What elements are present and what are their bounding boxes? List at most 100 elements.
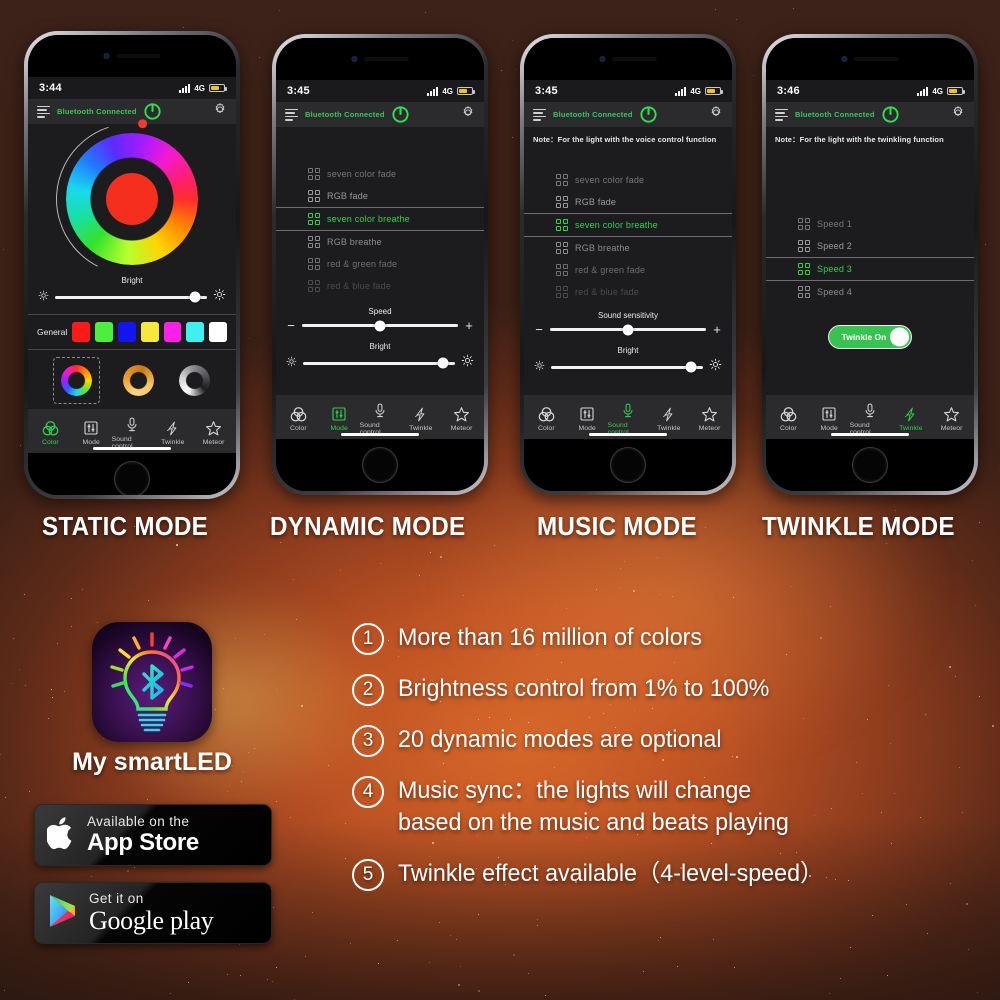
list-item[interactable]: red & blue fade	[524, 281, 732, 303]
tab-twinkle[interactable]: Twinkle	[152, 419, 193, 446]
power-icon[interactable]	[144, 103, 161, 120]
minus-icon[interactable]: −	[286, 319, 296, 332]
color-swatch[interactable]	[72, 322, 91, 342]
phone-bottom-bezel	[28, 453, 236, 495]
tab-meteor[interactable]: Meteor	[193, 419, 234, 446]
list-item[interactable]: Speed 4	[766, 281, 974, 303]
slider-track[interactable]	[55, 291, 207, 303]
tab-sound-control[interactable]: Sound control	[850, 402, 891, 436]
toggle-knob[interactable]	[890, 327, 909, 347]
color-wheel-control[interactable]	[28, 124, 236, 274]
list-item[interactable]: red & green fade	[276, 253, 484, 275]
gear-icon[interactable]	[213, 102, 227, 121]
sliders-icon	[83, 419, 99, 437]
list-item[interactable]: Speed 2	[766, 235, 974, 257]
plus-icon[interactable]: +	[712, 323, 722, 336]
amber-ring-preset[interactable]	[123, 365, 155, 396]
slider-track[interactable]	[303, 357, 455, 369]
tab-twinkle[interactable]: Twinkle	[890, 405, 931, 432]
phone-mockup-2: 3:45 4G Bluetooth Connected seven color …	[272, 34, 488, 495]
lower-section: My smartLED Available on the App Store G…	[0, 560, 1000, 1000]
preset-selected-frame[interactable]	[53, 357, 101, 404]
color-swatch[interactable]	[95, 322, 113, 342]
tab-label: Color	[290, 425, 307, 432]
menu-icon[interactable]	[37, 105, 50, 118]
color-swatch[interactable]	[209, 322, 228, 342]
list-item[interactable]: red & green fade	[524, 259, 732, 281]
list-item[interactable]: seven color breathe	[524, 214, 732, 236]
tab-meteor[interactable]: Meteor	[441, 405, 482, 432]
slider-track[interactable]	[550, 324, 706, 335]
list-item[interactable]: Speed 1	[766, 213, 974, 235]
grid-squares-icon	[308, 258, 320, 270]
menu-icon[interactable]	[775, 108, 788, 121]
gear-icon[interactable]	[461, 105, 475, 124]
home-button[interactable]	[610, 447, 646, 483]
phone-top-bezel	[766, 38, 974, 80]
home-indicator	[589, 433, 667, 436]
tab-sound-control[interactable]: Sound control	[360, 402, 401, 436]
brightness-low-icon	[286, 354, 297, 372]
list-item[interactable]: red & blue fade	[276, 275, 484, 297]
slider-track[interactable]	[551, 361, 703, 373]
slider-block: Bright	[524, 344, 732, 376]
tab-mode[interactable]: Mode	[319, 405, 360, 432]
tab-sound-control[interactable]: Sound control	[112, 416, 153, 450]
rainbow-ring-preset[interactable]	[61, 365, 93, 396]
list-item[interactable]: seven color fade	[276, 163, 484, 185]
menu-icon[interactable]	[533, 108, 546, 121]
phone-screen-frame: 3:46 4G Bluetooth Connected Note：For the…	[766, 38, 974, 491]
tab-mode[interactable]: Mode	[809, 405, 850, 432]
list-item[interactable]: RGB fade	[524, 191, 732, 213]
tab-meteor[interactable]: Meteor	[931, 405, 972, 432]
app-store-badge[interactable]: Available on the App Store	[34, 804, 272, 866]
list-item[interactable]: seven color breathe	[276, 208, 484, 230]
home-button[interactable]	[362, 447, 398, 483]
tab-color[interactable]: Color	[526, 405, 567, 432]
slider-knob[interactable]	[437, 357, 449, 369]
minus-icon[interactable]: −	[534, 323, 544, 336]
color-swatch[interactable]	[117, 322, 136, 342]
tab-color[interactable]: Color	[768, 405, 809, 432]
list-item-label: RGB fade	[575, 197, 617, 207]
list-item[interactable]: RGB breathe	[524, 237, 732, 259]
feature-text: Twinkle effect available（4-level-speed）	[398, 859, 824, 887]
list-item-label: RGB breathe	[327, 237, 382, 247]
menu-icon[interactable]	[285, 108, 298, 121]
color-wheel-knob[interactable]	[137, 118, 148, 129]
tab-meteor[interactable]: Meteor	[689, 405, 730, 432]
home-button[interactable]	[114, 461, 150, 495]
list-item[interactable]: seven color fade	[524, 169, 732, 191]
power-icon[interactable]	[392, 106, 409, 123]
tab-sound-control[interactable]: Sound control	[608, 402, 649, 436]
power-icon[interactable]	[882, 106, 899, 123]
tab-twinkle[interactable]: Twinkle	[648, 405, 689, 432]
tab-color[interactable]: Color	[278, 405, 319, 432]
list-item[interactable]: RGB breathe	[276, 231, 484, 253]
white-ring-preset[interactable]	[178, 365, 210, 396]
slider-track[interactable]	[302, 320, 458, 331]
feature-item: 5 Twinkle effect available（4-level-speed…	[352, 858, 992, 891]
tab-mode[interactable]: Mode	[71, 419, 112, 446]
gear-icon[interactable]	[709, 105, 723, 124]
slider-knob[interactable]	[189, 291, 201, 303]
slider-knob[interactable]	[622, 324, 634, 335]
camera-speaker-group	[841, 56, 899, 62]
mode-list: seven color fade RGB fade seven color br…	[276, 157, 484, 297]
tab-mode[interactable]: Mode	[567, 405, 608, 432]
slider-knob[interactable]	[374, 320, 386, 331]
twinkle-toggle[interactable]: Twinkle On	[828, 325, 912, 349]
google-play-badge[interactable]: Get it on Google play	[34, 882, 272, 944]
home-button[interactable]	[852, 447, 888, 483]
color-swatch[interactable]	[140, 322, 159, 342]
slider-knob[interactable]	[685, 361, 697, 373]
plus-icon[interactable]: +	[464, 319, 474, 332]
list-item[interactable]: RGB fade	[276, 185, 484, 207]
color-swatch[interactable]	[186, 322, 205, 342]
color-swatch[interactable]	[163, 322, 182, 342]
tab-color[interactable]: Color	[30, 419, 71, 446]
power-icon[interactable]	[640, 106, 657, 123]
list-item[interactable]: Speed 3	[766, 258, 974, 280]
gear-icon[interactable]	[951, 105, 965, 124]
tab-twinkle[interactable]: Twinkle	[400, 405, 441, 432]
